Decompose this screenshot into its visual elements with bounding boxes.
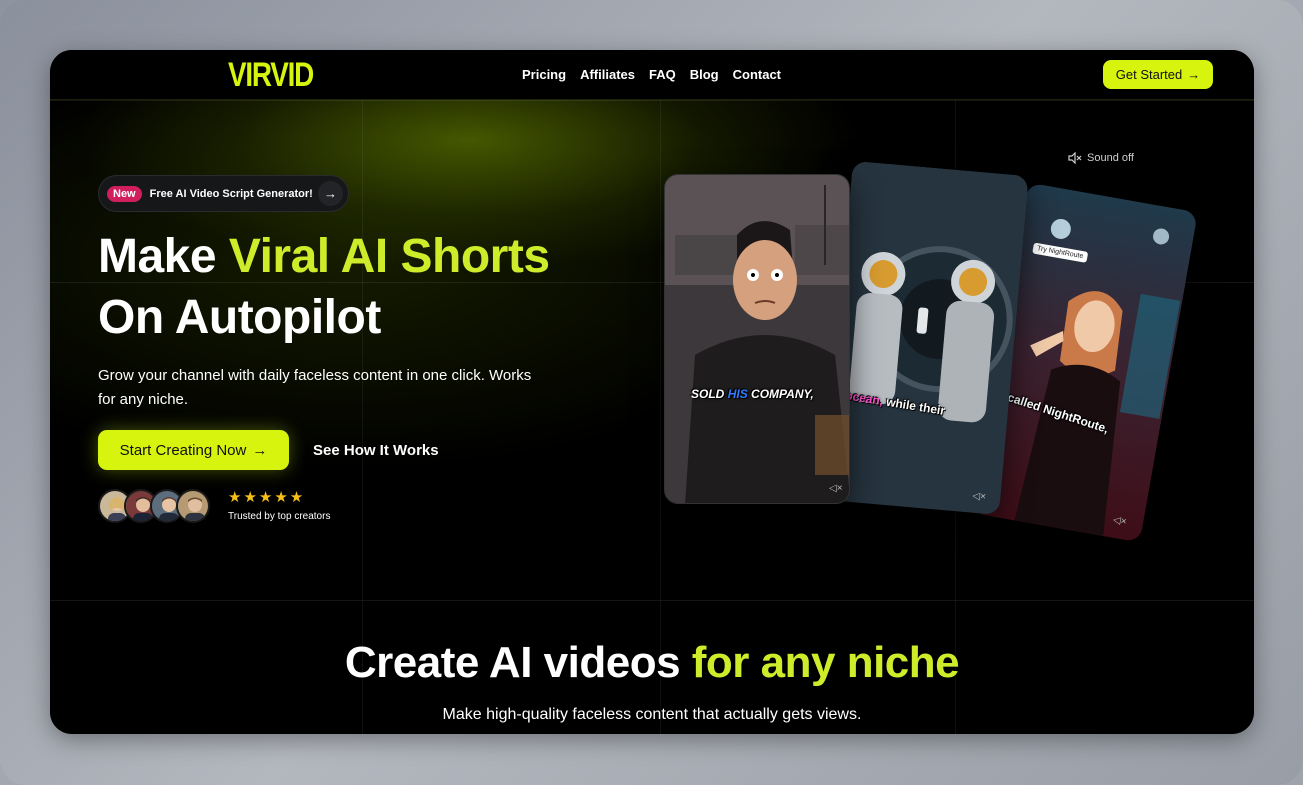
nav-link-faq[interactable]: FAQ xyxy=(649,67,676,82)
rating-stars: ★★★★★ xyxy=(228,489,306,506)
start-creating-label: Start Creating Now xyxy=(119,441,247,459)
navbar: VIRVID Pricing Affiliates FAQ Blog Conta… xyxy=(50,50,1254,100)
speaker-muted-icon: ◁× xyxy=(829,483,843,494)
section-subtitle: Make high-quality faceless content that … xyxy=(442,706,862,723)
hero-headline: Make Viral AI Shorts On Autopilot xyxy=(98,226,658,348)
speaker-muted-icon: ◁× xyxy=(971,490,987,503)
trusted-label: Trusted by top creators xyxy=(228,511,331,522)
section-title-accent: for any niche xyxy=(691,638,960,687)
speaker-muted-icon: ◁× xyxy=(1112,514,1128,528)
section-title-pre: Create AI videos xyxy=(344,638,681,687)
grid-line xyxy=(50,100,1254,101)
nav-link-affiliates[interactable]: Affiliates xyxy=(580,67,635,82)
headline-pre: Make xyxy=(98,230,217,283)
headline-accent: Viral AI Shorts xyxy=(228,230,550,283)
arrow-right-icon: → xyxy=(252,441,268,459)
sound-toggle[interactable]: Sound off xyxy=(1068,152,1134,164)
video-card-sold-company[interactable]: SOLD HIS COMPANY, ◁× xyxy=(664,174,850,504)
avatar xyxy=(176,489,210,523)
nav-link-pricing[interactable]: Pricing xyxy=(522,67,566,82)
speaker-muted-icon xyxy=(1068,152,1082,164)
announcement-badge[interactable]: New Free AI Video Script Generator! → xyxy=(98,175,349,212)
get-started-label: Get Started xyxy=(1115,67,1183,82)
see-how-it-works-link[interactable]: See How It Works xyxy=(313,442,439,459)
creator-avatars xyxy=(98,489,210,523)
new-tag: New xyxy=(107,185,142,202)
section-title: Create AI videos for any niche xyxy=(50,638,1254,688)
browser-window: VIRVID Pricing Affiliates FAQ Blog Conta… xyxy=(50,50,1254,734)
logo[interactable]: VIRVID xyxy=(228,56,314,95)
get-started-button[interactable]: Get Started → xyxy=(1103,60,1213,89)
start-creating-button[interactable]: Start Creating Now → xyxy=(98,430,289,470)
nav-links: Pricing Affiliates FAQ Blog Contact xyxy=(522,67,795,82)
arrow-right-icon: → xyxy=(1187,67,1201,82)
sound-off-label: Sound off xyxy=(1087,152,1134,164)
card-caption: SOLD HIS COMPANY, xyxy=(691,387,814,401)
arrow-right-icon: → xyxy=(318,181,343,206)
video-card-astronauts[interactable]: rk ocean, while their ◁× xyxy=(823,160,1029,516)
badge-text: Free AI Video Script Generator! xyxy=(149,187,313,200)
grid-line xyxy=(50,600,1254,601)
nav-link-contact[interactable]: Contact xyxy=(733,67,781,82)
headline-post: On Autopilot xyxy=(98,291,381,344)
hero-subtext: Grow your channel with daily faceless co… xyxy=(98,367,532,408)
nav-link-blog[interactable]: Blog xyxy=(690,67,719,82)
